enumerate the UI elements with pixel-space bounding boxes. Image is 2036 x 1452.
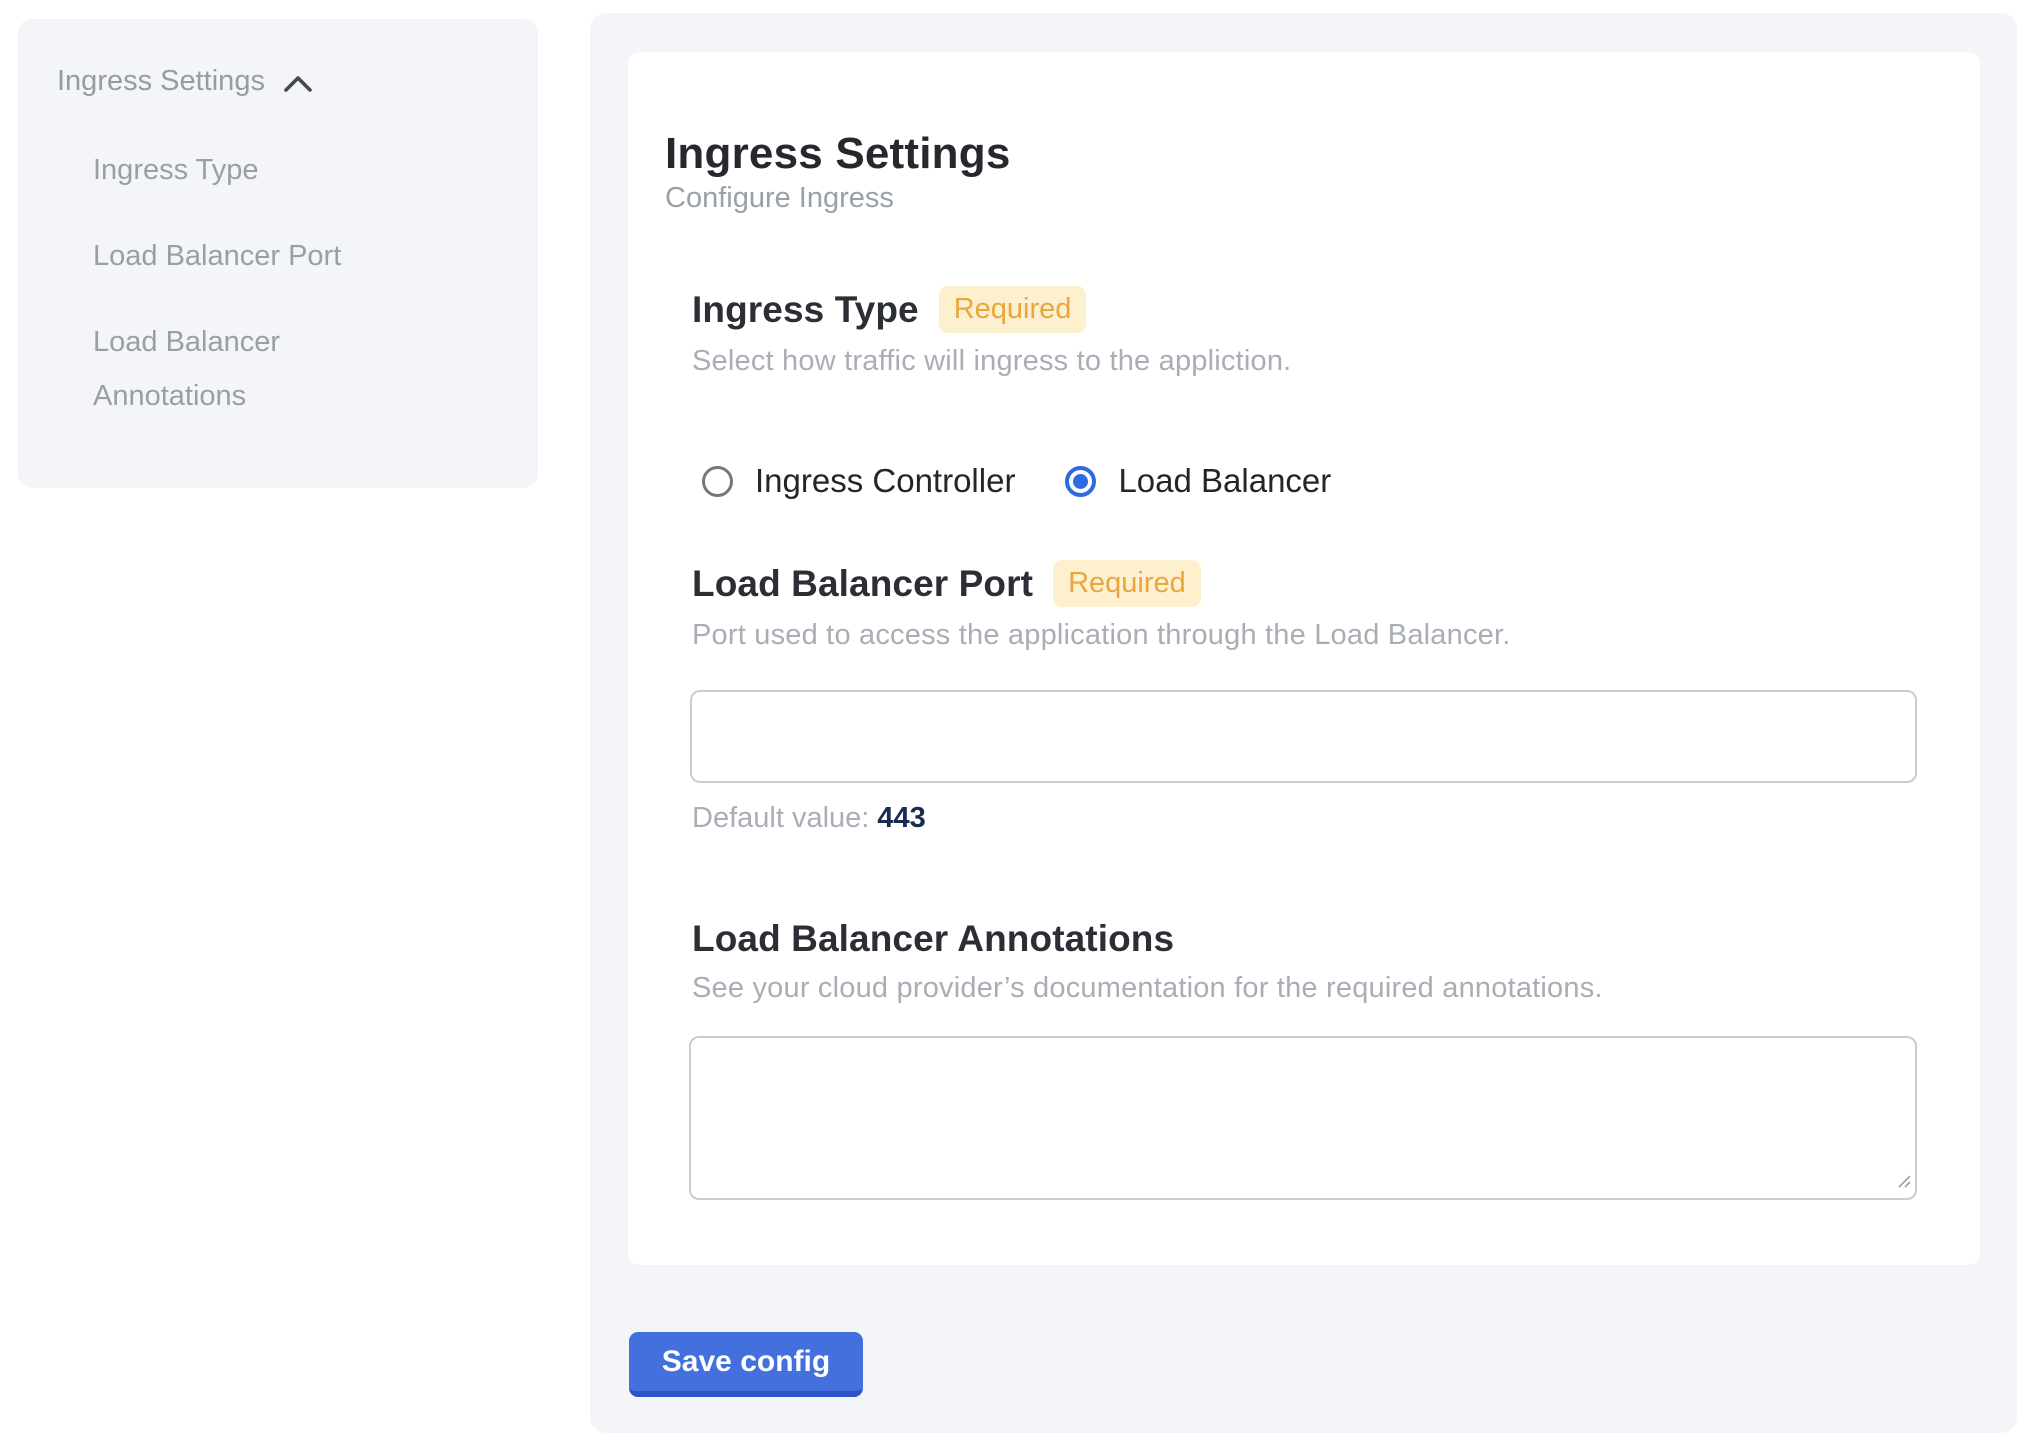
section-load-balancer-annotations: Load Balancer Annotations See your cloud… xyxy=(692,918,1922,1005)
radio-label-ingress-controller: Ingress Controller xyxy=(755,462,1015,500)
required-badge: Required xyxy=(939,286,1087,333)
sidebar-item-ingress-type[interactable]: Ingress Type xyxy=(93,143,259,197)
radio-ingress-controller[interactable] xyxy=(702,466,733,497)
section-load-balancer-port: Load Balancer Port Required Port used to… xyxy=(692,560,1922,652)
sidebar-section-ingress-settings[interactable]: Ingress Settings xyxy=(57,65,313,98)
radio-option-ingress-controller[interactable]: Ingress Controller xyxy=(702,462,1015,500)
page-subtitle: Configure Ingress xyxy=(665,182,894,215)
save-config-button[interactable]: Save config xyxy=(629,1332,863,1397)
load-balancer-port-label: Load Balancer Port xyxy=(692,563,1033,605)
load-balancer-port-description: Port used to access the application thro… xyxy=(692,619,1922,652)
page-title: Ingress Settings xyxy=(665,129,1011,179)
section-ingress-type: Ingress Type Required Select how traffic… xyxy=(692,286,1922,500)
ingress-type-radio-group: Ingress Controller Load Balancer xyxy=(702,462,1922,500)
default-value-label: Default value: xyxy=(692,802,869,834)
settings-nav-sidebar: Ingress Settings Ingress Type Load Balan… xyxy=(18,19,538,488)
radio-label-load-balancer: Load Balancer xyxy=(1118,462,1331,500)
ingress-type-description: Select how traffic will ingress to the a… xyxy=(692,345,1922,378)
sidebar-item-load-balancer-annotations[interactable]: Load Balancer Annotations xyxy=(93,315,423,423)
load-balancer-annotations-textarea[interactable] xyxy=(689,1036,1917,1200)
radio-option-load-balancer[interactable]: Load Balancer xyxy=(1065,462,1331,500)
load-balancer-annotations-description: See your cloud provider’s documentation … xyxy=(692,972,1922,1005)
sidebar-item-load-balancer-port[interactable]: Load Balancer Port xyxy=(93,229,341,283)
ingress-type-label: Ingress Type xyxy=(692,289,919,331)
ingress-settings-card: Ingress Settings Configure Ingress Ingre… xyxy=(628,52,1980,1265)
ingress-settings-panel: Ingress Settings Configure Ingress Ingre… xyxy=(590,13,2017,1433)
load-balancer-port-input[interactable] xyxy=(690,690,1917,783)
default-value: 443 xyxy=(877,802,925,834)
required-badge: Required xyxy=(1053,560,1201,607)
default-value-helper: Default value:443 xyxy=(692,802,926,835)
radio-load-balancer[interactable] xyxy=(1065,466,1096,497)
chevron-up-icon xyxy=(283,74,313,94)
load-balancer-annotations-label: Load Balancer Annotations xyxy=(692,918,1174,960)
sidebar-section-label: Ingress Settings xyxy=(57,65,265,98)
annotations-textarea-wrap xyxy=(689,1036,1917,1200)
